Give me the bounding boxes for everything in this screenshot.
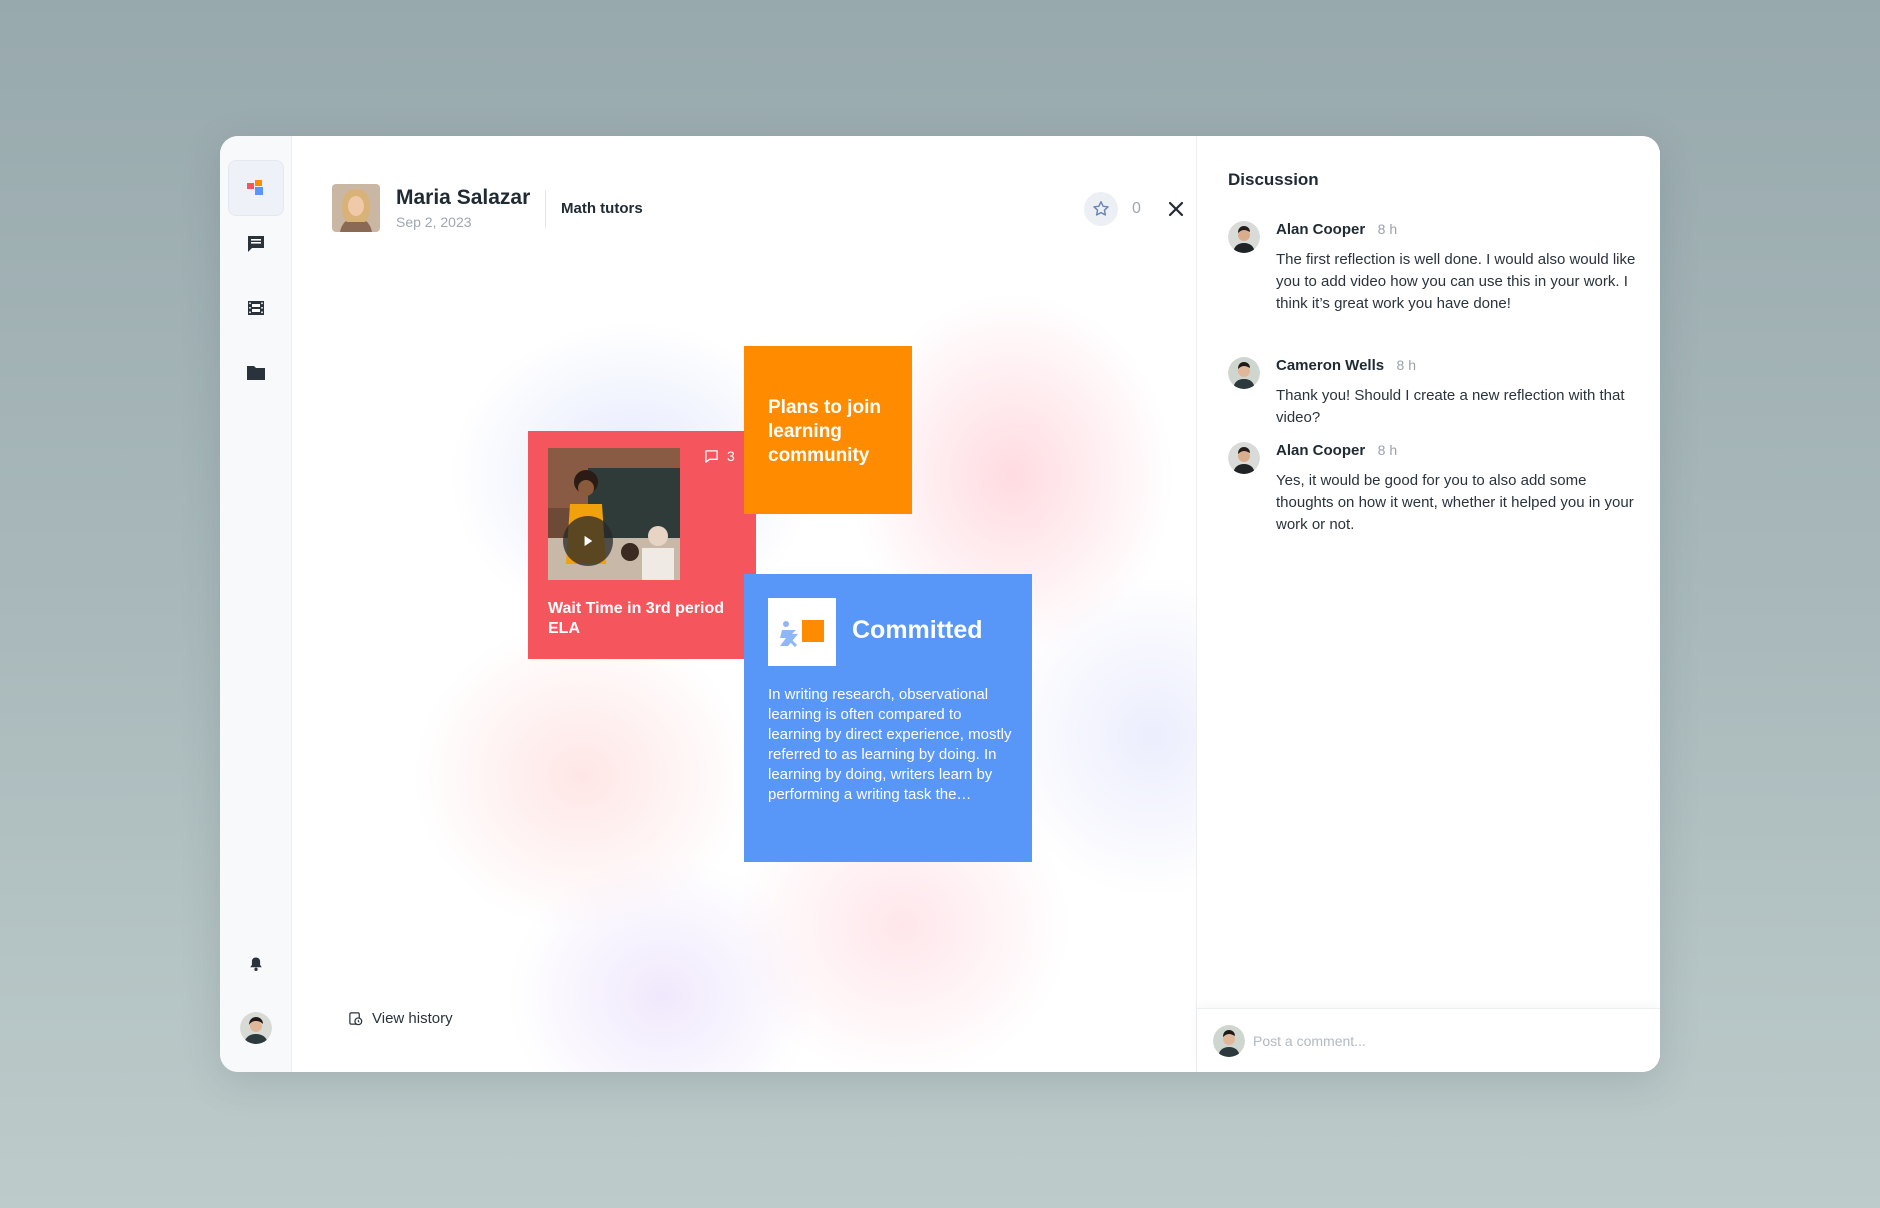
rail-board-button[interactable]	[228, 160, 284, 216]
logo-icon	[780, 620, 824, 648]
author-avatar[interactable]	[332, 184, 380, 232]
star-button[interactable]	[1084, 192, 1118, 226]
board-area: Maria Salazar Sep 2, 2023 Math tutors 0	[292, 136, 1216, 1072]
play-icon	[584, 535, 593, 547]
left-rail	[220, 136, 292, 1072]
film-icon	[248, 301, 264, 315]
close-button[interactable]	[1165, 198, 1187, 220]
comment-time: 8 h	[1396, 357, 1417, 373]
bell-icon	[250, 957, 262, 971]
play-button[interactable]	[563, 516, 613, 566]
article-logo	[768, 598, 836, 666]
commenter-name[interactable]: Alan Cooper	[1276, 442, 1365, 459]
group-name[interactable]: Math tutors	[561, 200, 643, 217]
commenter-avatar[interactable]	[1228, 442, 1260, 474]
view-history-label: View history	[372, 1010, 453, 1027]
rail-profile-button[interactable]	[228, 1000, 284, 1056]
comment-text: Thank you! Should I create a new reflect…	[1276, 387, 1625, 426]
user-avatar	[240, 1012, 272, 1044]
discussion-panel: Discussion Alan Cooper 8 h The first ref…	[1196, 136, 1660, 1072]
post-header: Maria Salazar Sep 2, 2023 Math tutors 0	[332, 184, 1184, 234]
rail-notifications-button[interactable]	[228, 936, 284, 992]
article-card[interactable]: Committed In writing research, observati…	[744, 574, 1032, 862]
board-icon	[247, 180, 263, 195]
chat-icon	[248, 236, 264, 252]
folder-icon	[247, 366, 265, 380]
comment-input[interactable]	[1253, 1023, 1633, 1059]
author-name[interactable]: Maria Salazar	[396, 186, 530, 210]
view-history-link[interactable]: View history	[348, 1010, 453, 1027]
comment-icon	[705, 449, 718, 463]
video-thumbnail[interactable]	[548, 448, 680, 580]
comment-count-value: 3	[727, 448, 735, 464]
rail-chat-button[interactable]	[228, 216, 284, 272]
note-card-title: Plans to join learning community	[768, 397, 881, 466]
comment-text: The first reflection is well done. I wou…	[1276, 251, 1636, 312]
commenter-name[interactable]: Alan Cooper	[1276, 221, 1365, 238]
star-icon	[1093, 201, 1109, 216]
discussion-title: Discussion	[1228, 170, 1319, 189]
comment-time: 8 h	[1377, 221, 1398, 237]
rail-film-button[interactable]	[228, 280, 284, 336]
video-card[interactable]: 3 Wait Time in 3rd period ELA	[528, 431, 756, 659]
card-comment-count[interactable]: 3	[704, 448, 735, 464]
commenter-avatar[interactable]	[1228, 221, 1260, 253]
article-card-body: In writing research, observational learn…	[768, 686, 1012, 803]
current-user-avatar	[1213, 1025, 1245, 1057]
close-icon	[1168, 201, 1184, 217]
history-icon	[349, 1012, 363, 1026]
comment-time: 8 h	[1377, 442, 1398, 458]
post-date: Sep 2, 2023	[396, 214, 472, 230]
app-window: Maria Salazar Sep 2, 2023 Math tutors 0	[220, 136, 1660, 1072]
star-count: 0	[1132, 200, 1141, 217]
video-card-title: Wait Time in 3rd period ELA	[548, 600, 725, 637]
header-divider	[545, 190, 546, 228]
commenter-avatar[interactable]	[1228, 357, 1260, 389]
commenter-name[interactable]: Cameron Wells	[1276, 357, 1384, 374]
comment-composer	[1197, 1008, 1660, 1072]
note-card[interactable]: Plans to join learning community	[744, 346, 912, 514]
rail-folder-button[interactable]	[228, 344, 284, 400]
comment-text: Yes, it would be good for you to also ad…	[1276, 472, 1634, 533]
article-card-title: Committed	[852, 616, 983, 644]
